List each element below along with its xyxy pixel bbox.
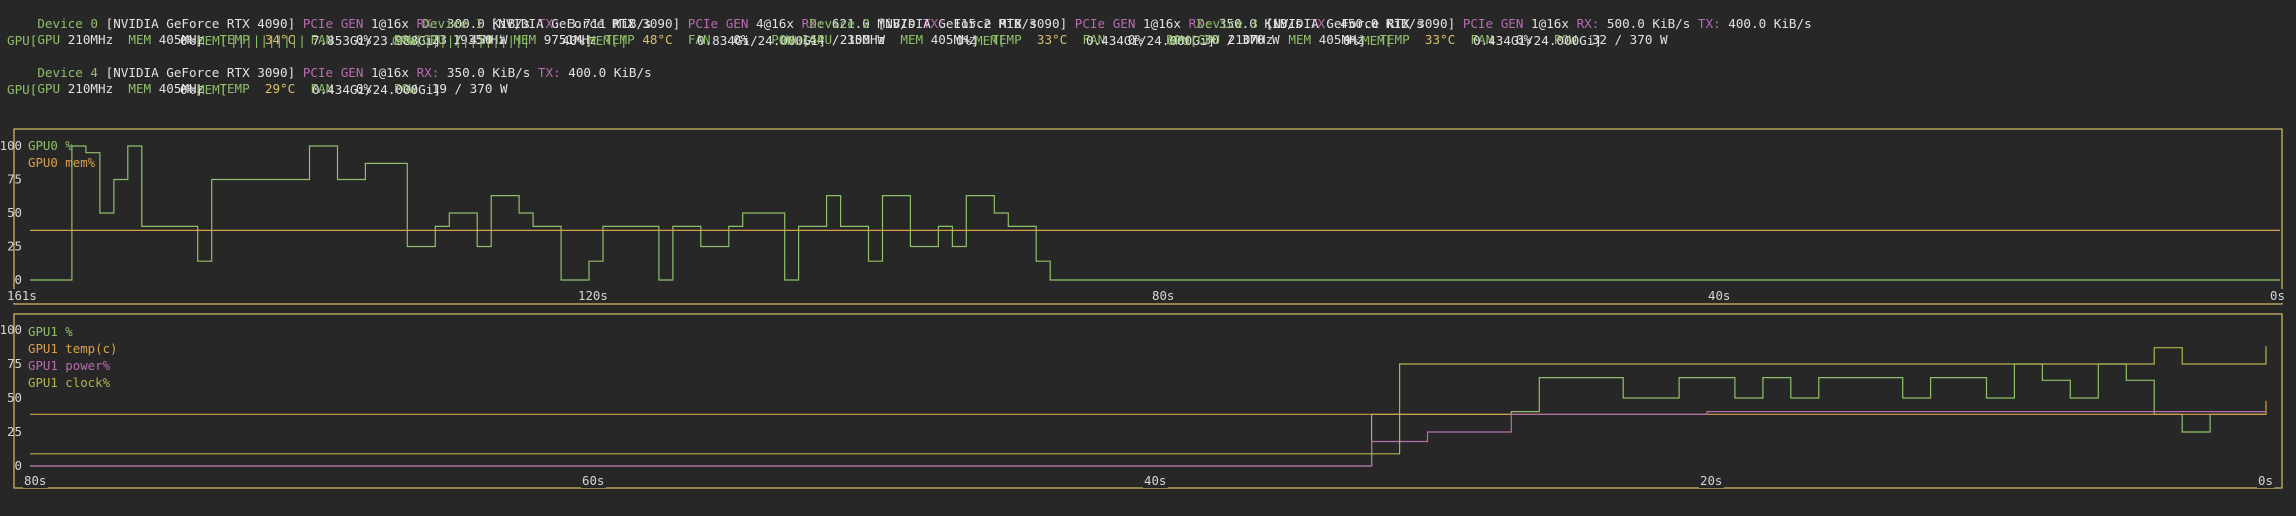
plot-0-ytick-label: 75 [7, 172, 22, 187]
gpu-history-plots: 1007550250161s 120s 80s 40s 0sGPU0 %GPU0 mem… [0, 128, 2287, 489]
plot-1-xtick-label: 60s [582, 473, 604, 488]
plot-0-xtick-label: 80s [1152, 288, 1174, 303]
plot-1-ytick-label: 100 [0, 322, 22, 337]
plot-1-legend-entry: GPU1 power% [28, 358, 111, 373]
plot-0-frame [13, 128, 2283, 305]
plot-0-xtick-label: 0s [2270, 288, 2285, 303]
plot-0-ytick-label: 50 [7, 205, 22, 220]
plot-1-legend-entry: GPU1 temp(c) [28, 341, 118, 356]
plot-1-series-line [30, 400, 2267, 415]
plot-1-series-line [30, 346, 2267, 455]
plot-1-ytick-label: 75 [7, 356, 22, 371]
nvtop-screen: Device 0 [NVIDIA GeForce RTX 4090] PCIe … [0, 0, 2296, 516]
plot-0-legend-entry: GPU0 mem% [28, 155, 96, 170]
plot-1-ytick-label: 25 [7, 424, 22, 439]
plot-1-legend-entry: GPU1 % [28, 324, 73, 339]
plot-0-xtick-label: 161s [7, 288, 37, 303]
plot-1-ytick-label: 0 [15, 458, 22, 473]
plot-1-legend-entry: GPU1 clock% [28, 375, 111, 390]
plot-1-series-line [30, 363, 2266, 467]
plot-0-xtick-label: 40s [1708, 288, 1730, 303]
plot-0-ytick-label: 100 [0, 138, 22, 153]
plot-0-legend-entry: GPU0 % [28, 138, 73, 153]
plot-1-xtick-label: 40s [1144, 473, 1166, 488]
plot-0-xtick-label: 120s [578, 288, 608, 303]
plot-1-frame [13, 313, 2283, 489]
plot-1-xtick-label: 80s [24, 473, 46, 488]
plot-1-xtick-label: 20s [1700, 473, 1722, 488]
plot-1-xtick-label: 0s [2258, 473, 2273, 488]
plot-0-series-line [30, 145, 2280, 281]
plot-0-ytick-label: 25 [7, 239, 22, 254]
plot-0-ytick-label: 0 [15, 272, 22, 287]
plot-1-ytick-label: 50 [7, 390, 22, 405]
plot-1-series-line [30, 411, 2266, 467]
